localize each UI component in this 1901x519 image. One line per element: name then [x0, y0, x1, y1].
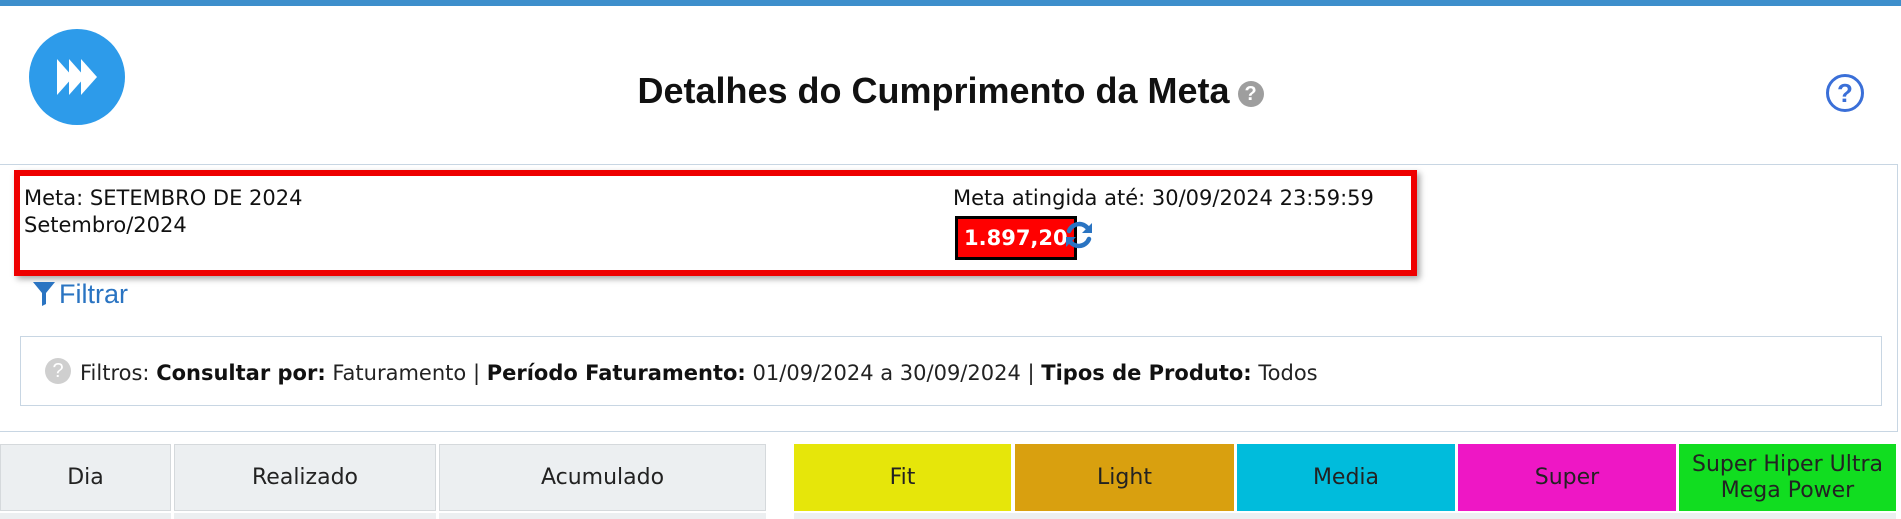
title-help-icon[interactable]: ? — [1237, 81, 1264, 107]
table-row — [439, 513, 766, 519]
goal-reached-until: Meta atingida até: 30/09/2024 23:59:59 — [953, 186, 1374, 210]
level-header-media[interactable]: Media — [1237, 444, 1455, 511]
table-row — [174, 513, 436, 519]
filters-help-icon[interactable]: ? — [45, 358, 71, 384]
filter-link-label: Filtrar — [59, 279, 128, 309]
level-header-fit[interactable]: Fit — [794, 444, 1011, 511]
product-types-label: Tipos de Produto: — [1041, 361, 1252, 385]
level-header-super[interactable]: Super — [1458, 444, 1676, 511]
table-row — [0, 513, 171, 519]
page-title: Detalhes do Cumprimento da Meta? — [0, 70, 1901, 112]
table-row — [794, 513, 1896, 519]
consult-by-label: Consultar por: — [156, 361, 326, 385]
column-header-accumulated[interactable]: Acumulado — [439, 444, 766, 511]
refresh-icon[interactable] — [1062, 218, 1096, 256]
column-header-realized[interactable]: Realizado — [174, 444, 436, 511]
level-header-light[interactable]: Light — [1015, 444, 1234, 511]
filter-link[interactable]: Filtrar — [33, 279, 128, 310]
goal-value-badge: 1.897,20 — [955, 216, 1077, 260]
goal-name: Meta: SETEMBRO DE 2024 — [24, 186, 303, 210]
active-filters-summary: Filtros: Consultar por: Faturamento | Pe… — [80, 361, 1318, 385]
column-header-day[interactable]: Dia — [0, 444, 171, 511]
filter-separator: | — [472, 361, 481, 385]
help-icon[interactable]: ? — [1826, 74, 1864, 112]
billing-period-label: Período Faturamento: — [486, 361, 746, 385]
top-accent-bar — [0, 0, 1901, 6]
billing-period-value: 01/09/2024 a 30/09/2024 — [752, 361, 1021, 385]
filter-separator: | — [1027, 361, 1035, 385]
consult-by-value: Faturamento — [332, 361, 467, 385]
filter-icon — [33, 282, 55, 306]
level-header-super-hiper-ultra-mega-power[interactable]: Super Hiper Ultra Mega Power — [1679, 444, 1896, 511]
product-types-value: Todos — [1258, 361, 1318, 385]
goal-period: Setembro/2024 — [24, 213, 187, 237]
filters-prefix: Filtros: — [80, 361, 150, 385]
page-title-text: Detalhes do Cumprimento da Meta — [637, 70, 1230, 111]
